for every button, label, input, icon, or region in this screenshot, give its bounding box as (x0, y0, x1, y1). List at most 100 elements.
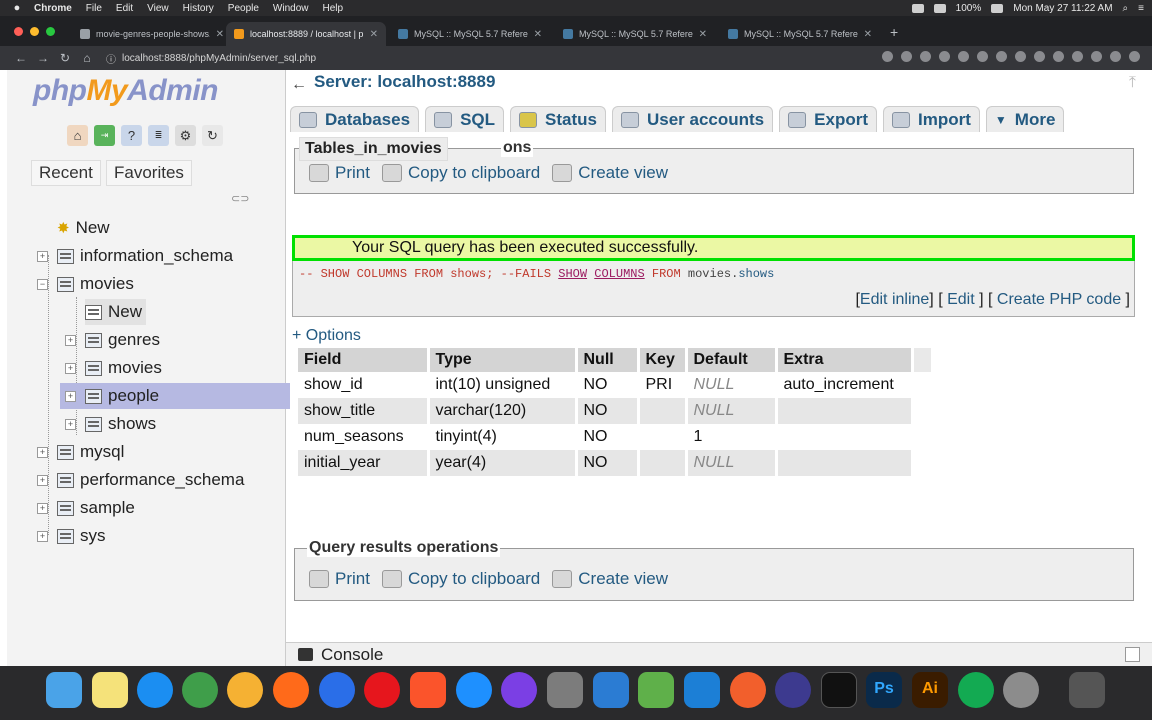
info-icon[interactable]: ⓘ (106, 51, 116, 66)
menu-edit[interactable]: Edit (116, 3, 133, 14)
polyglot-icon[interactable] (547, 672, 583, 708)
browser-tab-active[interactable]: localhost:8889 / localhost | ph ✕ (226, 22, 386, 46)
expand-icon[interactable]: + (37, 446, 48, 458)
recent-tab[interactable]: Recent (31, 160, 101, 186)
chrome-canary-icon[interactable] (227, 672, 263, 708)
hide-navigation-arrow-icon[interactable]: ← (291, 76, 307, 94)
chrome-icon[interactable] (182, 672, 218, 708)
menu-view[interactable]: View (147, 3, 169, 14)
browser-tab[interactable]: movie-genres-people-shows.s ✕ (72, 22, 232, 46)
finder-icon[interactable] (46, 672, 82, 708)
edit-link[interactable]: Edit (947, 291, 975, 308)
tab-more[interactable]: ▼ More (985, 106, 1065, 132)
profile-avatar[interactable] (1110, 51, 1121, 62)
new-tab-icon[interactable]: + (890, 24, 898, 40)
menu-help[interactable]: Help (323, 3, 344, 14)
app-store-icon[interactable] (137, 672, 173, 708)
tab-status[interactable]: Status (510, 106, 606, 132)
expand-icon[interactable]: + (65, 362, 76, 374)
menu-history[interactable]: History (183, 3, 214, 14)
print-link[interactable]: Print (309, 569, 370, 589)
expand-icon[interactable]: + (65, 390, 76, 402)
expand-icon[interactable]: + (65, 334, 76, 346)
link-with-main-panel-icon[interactable]: ⊂⊃ (231, 192, 249, 205)
extension-icon[interactable] (1091, 51, 1102, 62)
browser-tab[interactable]: MySQL :: MySQL 5.7 Referenc ✕ (555, 22, 715, 46)
tab-export[interactable]: Export (779, 106, 877, 132)
sql-docs-icon[interactable]: ≣ (148, 125, 169, 146)
menu-app-name[interactable]: Chrome (34, 3, 72, 14)
column-header[interactable]: Key (638, 348, 688, 372)
help-icon[interactable]: ? (121, 125, 142, 146)
create-view-link[interactable]: Create view (552, 163, 668, 183)
eclipse-icon[interactable] (775, 672, 811, 708)
extension-icon[interactable] (996, 51, 1007, 62)
column-header[interactable]: Field (298, 348, 430, 372)
sql-keyword-link[interactable]: SHOW (558, 267, 587, 281)
edit-inline-link[interactable]: Edit inline (860, 291, 929, 308)
apple-menu-icon[interactable]: ● (0, 2, 34, 14)
extension-icon[interactable] (1015, 51, 1026, 62)
notification-center-icon[interactable]: ≡ (1138, 3, 1144, 14)
column-header[interactable]: Extra (776, 348, 914, 372)
table-row[interactable]: show_title varchar(120) NO NULL (298, 398, 934, 424)
notes-icon[interactable] (92, 672, 128, 708)
exit-icon[interactable]: ⇥ (94, 125, 115, 146)
reload-icon[interactable]: ↻ (54, 51, 76, 65)
create-view-link[interactable]: Create view (552, 569, 668, 589)
address-bar[interactable]: ⓘ localhost:8888/phpMyAdmin/server_sql.p… (106, 49, 806, 67)
table-row[interactable]: num_seasons tinyint(4) NO 1 (298, 424, 934, 450)
expand-icon[interactable]: + (65, 418, 76, 430)
favorites-tab[interactable]: Favorites (106, 160, 192, 186)
firefox-developer-icon[interactable] (319, 672, 355, 708)
browser-tab[interactable]: MySQL :: MySQL 5.7 Referenc ✕ (390, 22, 550, 46)
copy-to-clipboard-link[interactable]: Copy to clipboard (381, 569, 540, 589)
tab-close-icon[interactable]: ✕ (370, 29, 378, 40)
tree-item-information-schema[interactable]: + information_schema (37, 243, 233, 269)
expand-icon[interactable]: + (37, 502, 48, 514)
opera-icon[interactable] (364, 672, 400, 708)
tree-item-shows[interactable]: + shows (65, 411, 156, 437)
options-toggle[interactable]: + Options (292, 327, 361, 345)
sequel-icon[interactable] (1003, 672, 1039, 708)
table-row[interactable]: show_id int(10) unsigned NO PRI NULL aut… (298, 372, 934, 398)
android-studio-icon[interactable] (638, 672, 674, 708)
collapse-top-menu-icon[interactable]: ⤒ (1129, 74, 1136, 92)
breadcrumb-server[interactable]: Server: localhost:8889 (314, 72, 495, 92)
tab-import[interactable]: Import (883, 106, 980, 132)
column-header[interactable]: Default (686, 348, 778, 372)
trash-icon[interactable] (1069, 672, 1105, 708)
column-header[interactable]: Type (428, 348, 578, 372)
tab-user-accounts[interactable]: User accounts (611, 106, 774, 132)
firefox-icon[interactable] (273, 672, 309, 708)
zoom-icon[interactable] (882, 51, 893, 62)
extension-icon[interactable] (939, 51, 950, 62)
zoom-window-icon[interactable] (46, 27, 55, 36)
tab-close-icon[interactable]: ✕ (534, 29, 542, 40)
home-icon[interactable]: ⌂ (76, 51, 98, 65)
extension-icon[interactable] (977, 51, 988, 62)
extension-icon[interactable] (920, 51, 931, 62)
tab-close-icon[interactable]: ✕ (699, 29, 707, 40)
tree-item-mysql[interactable]: + mysql (37, 439, 124, 465)
vscode-icon[interactable] (593, 672, 629, 708)
battery-icon[interactable] (991, 3, 1004, 13)
extension-icon[interactable] (1072, 51, 1083, 62)
tab-close-icon[interactable]: ✕ (216, 29, 224, 40)
extension-icon[interactable] (1053, 51, 1064, 62)
tree-item-new[interactable]: ✸ New (57, 215, 110, 241)
safari-preview-icon[interactable] (501, 672, 537, 708)
tab-databases[interactable]: Databases (290, 106, 420, 132)
forward-arrow-icon[interactable]: → (32, 51, 54, 65)
extension-icon[interactable] (1034, 51, 1045, 62)
brave-icon[interactable] (410, 672, 446, 708)
console-bar[interactable]: Console (286, 642, 1152, 666)
back-arrow-icon[interactable]: ← (10, 51, 32, 65)
tree-item-movies-new[interactable]: New (85, 299, 147, 325)
console-resize-icon[interactable] (1125, 647, 1140, 662)
phpmyadmin-logo[interactable]: phpMyAdmin (33, 74, 218, 108)
spotlight-search-icon[interactable]: ⌕ (1123, 3, 1129, 14)
wifi-icon[interactable] (911, 3, 924, 13)
tab-sql[interactable]: SQL (425, 106, 505, 132)
minimize-window-icon[interactable] (30, 27, 39, 36)
